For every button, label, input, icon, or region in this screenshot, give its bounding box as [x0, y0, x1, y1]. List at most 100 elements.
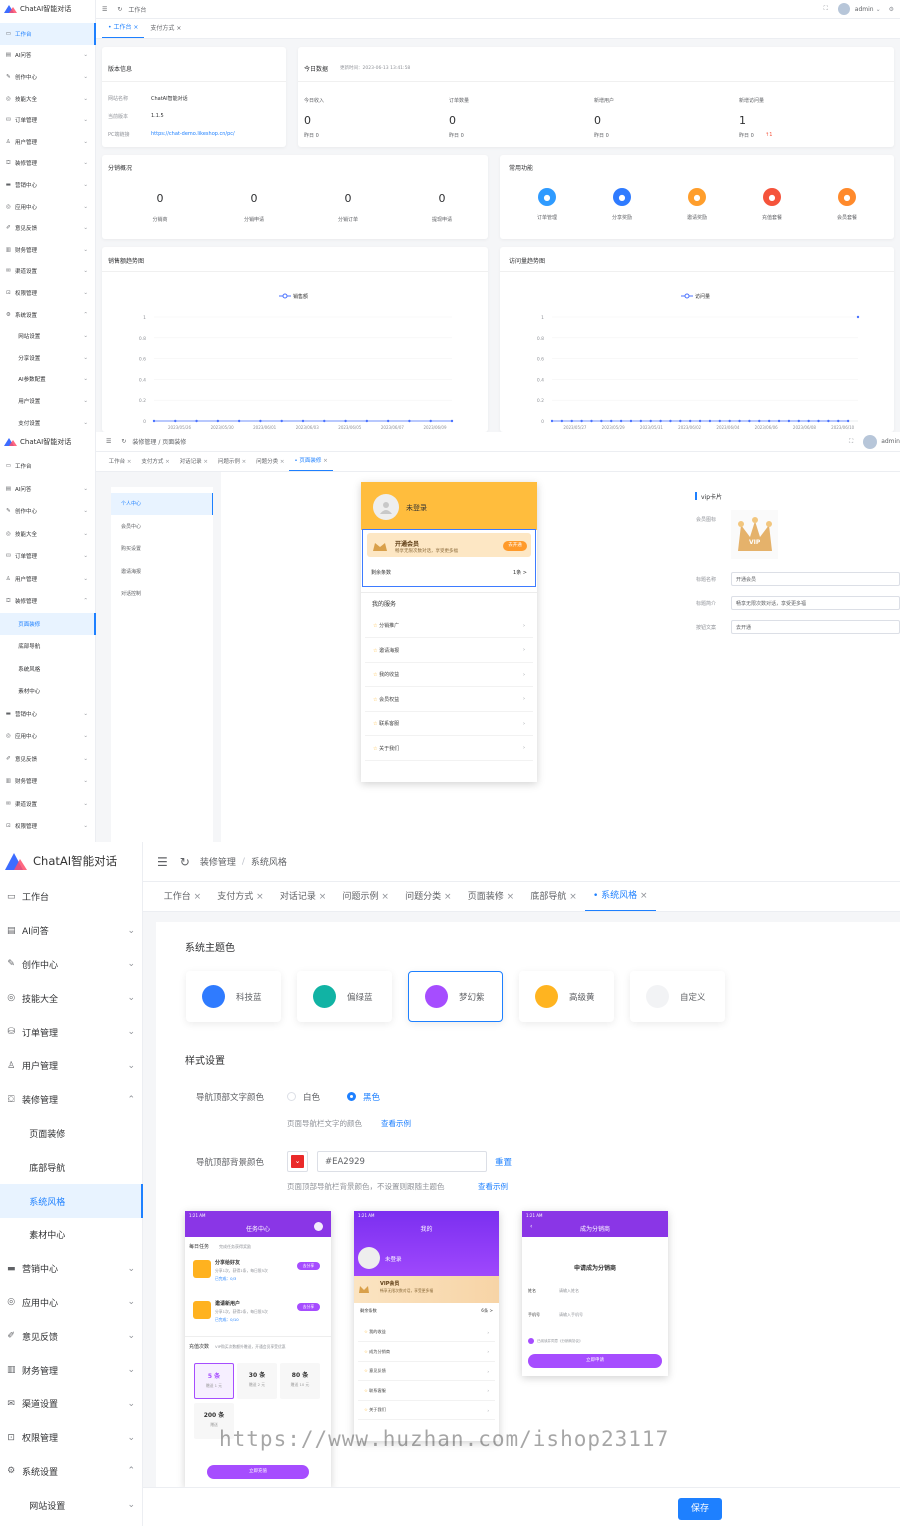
radio-white-label[interactable]: 白色 — [303, 1091, 320, 1103]
vip-icon-uploader[interactable]: VIP — [731, 510, 778, 559]
data-point[interactable] — [856, 315, 860, 319]
close-icon[interactable]: × — [321, 458, 328, 464]
data-point[interactable] — [429, 419, 432, 423]
data-point[interactable] — [748, 419, 751, 423]
quick-2-icon[interactable]: ● — [688, 188, 706, 206]
refresh-icon[interactable]: ↻ — [117, 6, 122, 13]
close-icon[interactable]: × — [253, 892, 264, 902]
close-icon[interactable]: × — [379, 892, 389, 902]
theme-option-4[interactable]: 自定义 — [630, 971, 725, 1022]
tab-4[interactable]: 问题分类 × — [397, 883, 460, 911]
radio-black-selected[interactable] — [347, 1092, 356, 1101]
vip-open-button[interactable]: 去开通 — [503, 541, 527, 551]
remaining-value[interactable]: 1条 > — [513, 569, 527, 576]
sidebar-item-m3[interactable]: ◎ 技能大全 ⌄ — [0, 88, 96, 110]
data-point[interactable] — [450, 419, 454, 423]
data-point[interactable] — [649, 419, 652, 423]
tab-0[interactable]: 工作台 × — [104, 453, 137, 471]
mock3-name-input[interactable]: 请输入姓名 — [559, 1288, 579, 1294]
sidebar-item-m10[interactable]: ▥ 财务管理 ⌄ — [0, 1353, 143, 1387]
tab-0[interactable]: 工作台 × — [156, 883, 210, 911]
breadcrumb-parent[interactable]: 装修管理 — [200, 855, 236, 868]
close-icon[interactable]: × — [316, 892, 327, 902]
data-point[interactable] — [600, 419, 603, 423]
menu-fold-icon[interactable]: ☰ — [102, 6, 107, 13]
sidebar-item-m5[interactable]: ♙ 用户管理 ⌄ — [0, 1049, 143, 1083]
close-icon[interactable]: × — [504, 892, 515, 902]
login-status[interactable]: 未登录 — [406, 503, 427, 513]
data-point[interactable] — [259, 419, 262, 423]
data-point[interactable] — [174, 419, 177, 423]
sidebar-item-d2[interactable]: 系统风格 — [0, 658, 96, 681]
data-point[interactable] — [807, 419, 810, 423]
sidebar-item-m6[interactable]: ⛋ 装修管理 ⌃ — [0, 1083, 143, 1117]
sidebar-item-m1[interactable]: ▤ AI问答 ⌄ — [0, 478, 96, 501]
data-point[interactable] — [827, 419, 830, 423]
close-icon[interactable]: × — [125, 459, 132, 465]
fullscreen-icon[interactable]: ⛶ — [849, 438, 853, 446]
sidebar-item-s15[interactable]: 分享设置 ⌄ — [0, 347, 96, 369]
data-point[interactable] — [408, 419, 411, 423]
theme-option-2[interactable]: 梦幻紫 — [408, 971, 503, 1022]
tab-1[interactable]: 支付方式 × — [136, 453, 174, 471]
decor-menu-item-2[interactable]: 购买设置 — [111, 538, 213, 560]
menu-fold-icon[interactable]: ☰ — [157, 855, 168, 869]
form-row-input[interactable]: 开通会员 — [731, 572, 900, 586]
sidebar-item-m12[interactable]: ⊡ 权限管理 ⌄ — [0, 1421, 143, 1455]
service-row-2[interactable]: ☆ 我的收益 › — [365, 663, 533, 687]
data-point[interactable] — [216, 419, 220, 423]
sidebar-item-m7[interactable]: ▬ 营销中心 ⌄ — [0, 703, 96, 726]
sidebar-item-s14[interactable]: 网站设置 ⌄ — [0, 1488, 143, 1522]
data-point[interactable] — [590, 419, 593, 423]
data-point[interactable] — [659, 419, 662, 423]
mock2-row-4[interactable]: ☆ 关于我们 › — [358, 1401, 495, 1420]
close-icon[interactable]: × — [191, 892, 202, 902]
radio-black-label[interactable]: 黑色 — [363, 1091, 380, 1103]
mock2-row-1[interactable]: ☆ 成为分销商 › — [358, 1343, 495, 1362]
close-icon[interactable]: × — [202, 459, 208, 465]
quick-4-icon[interactable]: ● — [838, 188, 856, 206]
decor-menu-item-3[interactable]: 邀请海报 — [111, 561, 213, 583]
data-point[interactable] — [758, 419, 761, 423]
form-row-input[interactable]: 去开通 — [731, 620, 900, 634]
data-point[interactable] — [152, 419, 156, 423]
mock2-row-2[interactable]: ☆ 意见反馈 › — [358, 1362, 495, 1381]
sidebar-item-d1[interactable]: 底部导航 — [0, 1150, 143, 1184]
sidebar-item-m11[interactable]: ✉ 渠道设置 ⌄ — [0, 261, 96, 283]
data-point[interactable] — [698, 419, 702, 423]
data-point[interactable] — [619, 419, 623, 423]
recharge-pack-1[interactable]: 30 条赠送 2 元 — [237, 1363, 277, 1399]
sidebar-item-m2[interactable]: ✎ 创作中心 ⌄ — [0, 948, 143, 982]
sidebar-item-m0[interactable]: ▭ 工作台 — [0, 455, 96, 478]
data-point[interactable] — [797, 419, 800, 423]
tab-2[interactable]: 对话记录 × — [272, 883, 335, 911]
sidebar-item-m8[interactable]: ◎ 应用中心 ⌄ — [0, 196, 96, 218]
apply-button[interactable]: 立即申请 — [528, 1354, 662, 1368]
mock3-agree[interactable]: 已阅读并同意《分销商协议》 — [537, 1339, 583, 1344]
tab-1[interactable]: 支付方式 × — [209, 883, 272, 911]
sidebar-item-m7[interactable]: ▬ 营销中心 ⌄ — [0, 1252, 143, 1286]
tab-2[interactable]: 对话记录 × — [175, 453, 213, 471]
sidebar-item-m2[interactable]: ✎ 创作中心 ⌄ — [0, 66, 96, 88]
data-point[interactable] — [550, 419, 554, 423]
data-point[interactable] — [610, 419, 613, 423]
sidebar-item-m4[interactable]: ⛁ 订单管理 ⌄ — [0, 109, 96, 131]
tab-5[interactable]: 页面装修 × — [460, 883, 523, 911]
sidebar-item-d3[interactable]: 素材中心 — [0, 1218, 143, 1252]
sidebar-item-m0[interactable]: ▭ 工作台 — [0, 23, 96, 45]
data-point[interactable] — [195, 419, 198, 423]
avatar[interactable] — [863, 434, 878, 449]
avatar[interactable] — [837, 3, 850, 15]
data-point[interactable] — [777, 419, 781, 423]
decor-menu-item-0[interactable]: 个人中心 — [111, 493, 213, 515]
sidebar-item-m13[interactable]: ⚙ 系统设置 ⌃ — [0, 304, 96, 326]
data-point[interactable] — [846, 419, 850, 423]
data-point[interactable] — [237, 419, 241, 423]
mock2-login[interactable]: 未登录 — [385, 1255, 402, 1263]
data-point[interactable] — [570, 419, 573, 423]
quick-3-icon[interactable]: ● — [763, 188, 781, 206]
recharge-pack-0[interactable]: 5 条赠送 1 元 — [194, 1363, 234, 1399]
close-icon[interactable]: × — [566, 892, 577, 902]
sidebar-item-m5[interactable]: ♙ 用户管理 ⌄ — [0, 131, 96, 153]
sidebar-item-m4[interactable]: ⛁ 订单管理 ⌄ — [0, 545, 96, 568]
